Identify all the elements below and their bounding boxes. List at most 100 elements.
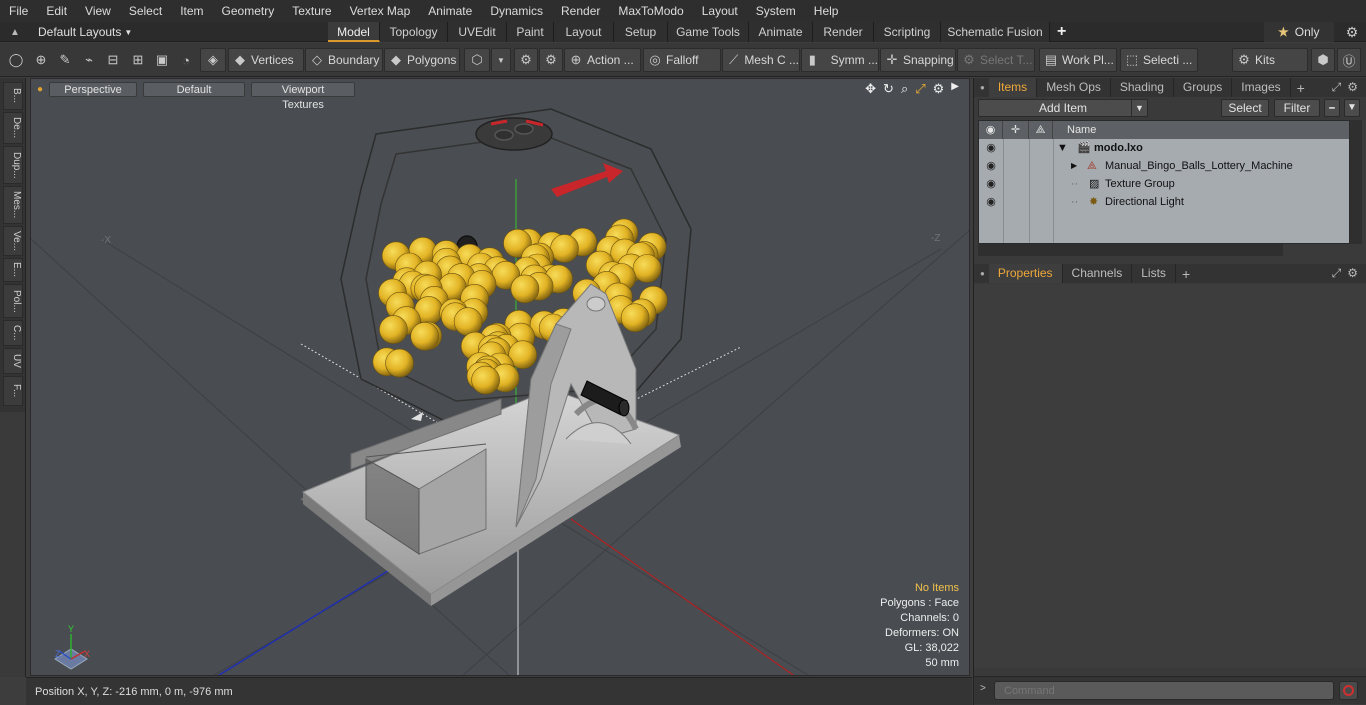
vtab-mesh-edit[interactable]: Mes... [3,186,23,224]
properties-panel-dot-icon[interactable]: ● [980,269,985,278]
maximize-icon[interactable]: ⤢ [1332,80,1342,95]
menu-render[interactable]: Render [552,0,609,22]
panel-gear-icon[interactable]: ⚙ [1347,266,1358,281]
tab-scripting[interactable]: Scripting [874,22,941,42]
shading-default-button[interactable]: Default [143,81,246,97]
add-panel-tab-icon[interactable]: + [1297,80,1305,96]
tab-game-tools[interactable]: Game Tools [668,22,749,42]
tab-render[interactable]: Render [813,22,874,42]
tab-shading[interactable]: Shading [1111,78,1174,97]
collapse-up-icon[interactable]: ▲ [10,27,24,38]
gear-icon[interactable]: ⚙ [1340,22,1364,42]
filter-button[interactable]: Filter [1274,99,1320,117]
action-center-button[interactable]: ⊕ Action ... [564,48,641,72]
perspective-button[interactable]: Perspective [49,81,138,97]
eye-icon[interactable]: ◉ [983,193,999,211]
viewport-textures-button[interactable]: Viewport Textures [251,81,356,111]
tab-animate[interactable]: Animate [749,22,813,42]
symmetry-button[interactable]: ▮ Symm ... [801,48,879,72]
vtab-basic[interactable]: B... [3,82,23,110]
tab-topology[interactable]: Topology [380,22,448,42]
item-list-hscrollbar[interactable] [978,244,1283,256]
eye-icon[interactable]: ◉ [983,157,999,175]
menu-geometry[interactable]: Geometry [213,0,284,22]
tab-paint[interactable]: Paint [507,22,554,42]
name-column[interactable]: Name [1053,121,1349,139]
vtab-curve[interactable]: C... [3,320,23,346]
vtab-vertex[interactable]: Ve... [3,226,23,256]
lock-col-icon[interactable]: ✛ [1003,121,1029,139]
panel-gear-icon[interactable]: ⚙ [1347,80,1358,95]
tab-uvedit[interactable]: UVEdit [448,22,507,42]
menu-vertex-map[interactable]: Vertex Map [341,0,420,22]
material-dropdown-icon[interactable]: ▼ [491,48,511,72]
kits-button[interactable]: ⚙ Kits [1232,48,1308,72]
snapping-button[interactable]: ✛ Snapping [880,48,956,72]
frame-icon[interactable]: ▣ [150,48,174,72]
falloff-button[interactable]: ◎ Falloff [643,48,721,72]
symmetry-b-icon[interactable]: ⚙ [539,48,563,72]
tab-channels[interactable]: Channels [1063,264,1133,283]
menu-texture[interactable]: Texture [283,0,340,22]
transform-icon[interactable]: ⊞ [126,48,150,72]
vertices-button[interactable]: ◆ Vertices [228,48,304,72]
sculpt-icon[interactable]: ◔ [174,48,198,72]
command-arrow-icon[interactable]: > [980,683,986,694]
align-icon[interactable]: ⊟ [102,48,124,72]
viewport-menu-dot-icon[interactable]: ● [37,84,43,95]
menu-help[interactable]: Help [805,0,848,22]
item-mode-icon[interactable]: ◈ [200,48,226,72]
menu-select[interactable]: Select [120,0,171,22]
globe-icon[interactable]: ⊕ [30,48,52,72]
menu-system[interactable]: System [747,0,805,22]
tab-images[interactable]: Images [1232,78,1291,97]
tab-mesh-ops[interactable]: Mesh Ops [1037,78,1111,97]
chevron-down-icon[interactable]: ▼ [1131,100,1147,116]
add-item-button[interactable]: Add Item ▼ [978,99,1148,117]
fit-icon[interactable]: ⤢ [915,81,925,97]
vtab-uv[interactable]: UV [3,348,23,374]
render-col-icon[interactable]: ⟁ [1029,121,1053,139]
vtab-edge[interactable]: E... [3,258,23,282]
brush-icon[interactable]: ⌁ [78,48,100,72]
vtab-deform[interactable]: De... [3,112,23,144]
work-plane-button[interactable]: ▤ Work Pl... [1039,48,1117,72]
pen-icon[interactable]: ✎ [54,48,76,72]
collapse-icon[interactable]: ━ [1324,99,1340,117]
boundary-button[interactable]: ◇ Boundary [305,48,383,72]
symmetry-a-icon[interactable]: ⚙ [514,48,538,72]
pan-icon[interactable]: ✥ [865,81,876,97]
mesh-constraint-button[interactable]: ⟋ Mesh C ... [722,48,800,72]
polygons-button[interactable]: ◆ Polygons [384,48,460,72]
only-toggle[interactable]: ★ Only [1264,22,1334,42]
tree-row-mesh[interactable]: ◉ ▶ ⟁ Manual_Bingo_Balls_Lottery_Machine [979,157,1349,175]
visibility-col-icon[interactable]: ◉ [979,121,1003,139]
unity-icon[interactable]: ⬢ [1311,48,1335,72]
command-input[interactable] [994,681,1334,700]
tab-schematic-fusion[interactable]: Schematic Fusion [941,22,1050,42]
items-panel-dot-icon[interactable]: ● [980,83,985,92]
select-through-button[interactable]: ⚙ Select T... [957,48,1035,72]
selection-sets-button[interactable]: ⬚ Selecti ... [1120,48,1198,72]
viewport-gear-icon[interactable]: ⚙ [933,81,945,97]
tree-row-scene[interactable]: ◉ ▼ 🎬 modo.lxo [979,139,1349,157]
tree-row-texture-group[interactable]: ◉ ·· ▨ Texture Group [979,175,1349,193]
vtab-duplicate[interactable]: Dup... [3,146,23,184]
unreal-icon[interactable]: Ⓤ [1337,48,1361,72]
item-list-vscrollbar[interactable] [1350,120,1362,244]
vtab-polygon[interactable]: Pol... [3,284,23,318]
tab-model[interactable]: Model [328,22,380,42]
material-icon[interactable]: ⬡ [464,48,490,72]
tab-groups[interactable]: Groups [1174,78,1233,97]
maximize-icon[interactable]: ⤢ [1332,266,1342,281]
menu-dynamics[interactable]: Dynamics [481,0,552,22]
add-tab-icon[interactable]: + [1057,22,1066,42]
tree-row-light[interactable]: ◉ ·· ✸ Directional Light [979,193,1349,211]
viewport-expand-icon[interactable]: ▶ [951,81,959,97]
expand-arrow-icon[interactable]: ▼ [1057,139,1068,157]
tab-lists[interactable]: Lists [1132,264,1176,283]
menu-item[interactable]: Item [171,0,212,22]
menu-edit[interactable]: Edit [37,0,76,22]
zoom-icon[interactable]: ⌕ [901,81,908,97]
funnel-icon[interactable]: ▼ [1344,99,1360,117]
